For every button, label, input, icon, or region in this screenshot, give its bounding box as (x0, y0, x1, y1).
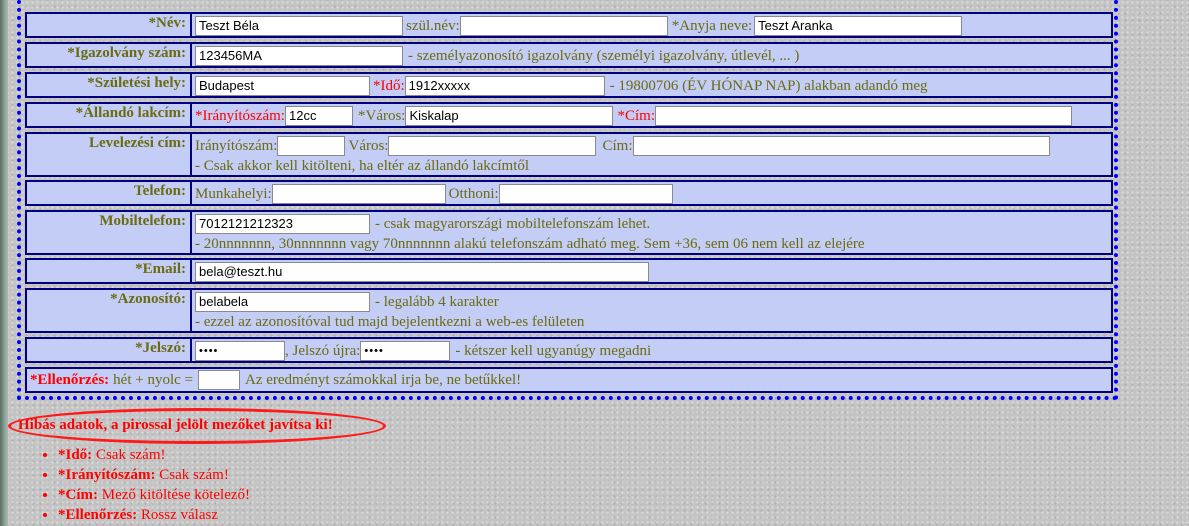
mobil-label: Mobiltelefon: (27, 212, 192, 253)
munkahelyi-label: Munkahelyi: (195, 185, 272, 202)
ido-input[interactable]: 1912xxxxx (404, 76, 605, 96)
row-jelszo: *Jelszó: •••• , Jelszó újra: •••• - kéts… (25, 337, 1113, 363)
levelezesi-cim-label: Cím: (602, 137, 633, 154)
mobil-hint-1: - csak magyarországi mobiltelefonszám le… (375, 215, 651, 232)
ellenorzes-question: hét + nyolc = (113, 371, 193, 388)
igazolvany-hint: - személyazonosító igazolvány (személyi … (408, 47, 800, 64)
row-allando: *Állandó lakcím: *Irányítószám: 12cc *Vá… (25, 102, 1113, 128)
row-email: *Email: bela@teszt.hu (25, 258, 1113, 284)
azonosito-hint-1: - legalább 4 karakter (375, 293, 499, 310)
row-azonosito: *Azonosító: belabela - legalább 4 karakt… (25, 288, 1113, 333)
jelszo-ujra-input[interactable]: •••• (360, 341, 451, 361)
ellenorzes-hint: Az eredményt számokkal irja be, ne betűk… (244, 371, 522, 388)
szuletesi-label: *Születési hely: (27, 74, 192, 96)
levelezesi-cim-input[interactable] (632, 136, 1050, 156)
igazolvany-label: *Igazolvány szám: (27, 44, 192, 66)
error-highlight-ellipse (8, 408, 386, 444)
jelszo-label: *Jelszó: (27, 339, 192, 361)
azonosito-input[interactable]: belabela (195, 292, 370, 312)
levelezesi-varos-input[interactable] (388, 136, 597, 156)
levelezesi-irsz-label: Irányítószám: (195, 137, 278, 154)
szuletesi-hely-input[interactable]: Budapest (195, 76, 370, 96)
error-item: *Idő: Csak szám! (58, 445, 250, 465)
row-telefon: Telefon: Munkahelyi: Otthoni: (25, 180, 1113, 206)
mobil-input[interactable]: 7012121212323 (195, 214, 370, 234)
otthoni-input[interactable] (498, 184, 673, 204)
azonosito-hint-2: - ezzel az azonosítóval tud majd bejelen… (195, 314, 585, 330)
szulnev-label: szül.név: (406, 17, 460, 34)
email-label: *Email: (27, 260, 192, 282)
nev-input[interactable]: Teszt Béla (195, 16, 403, 36)
munkahelyi-input[interactable] (271, 184, 446, 204)
mobil-hint-2: - 20nnnnnnn, 30nnnnnnn vagy 70nnnnnnn al… (195, 236, 865, 252)
ido-label: *Idő: (373, 77, 405, 94)
allando-irsz-input[interactable]: 12cc (284, 106, 353, 126)
jelszo-hint: - kétszer kell ugyanúgy megadni (455, 342, 652, 359)
allando-varos-label: *Város: (357, 107, 406, 124)
jelszo-ujra-label: , Jelszó újra: (285, 342, 361, 359)
levelezesi-hint: - Csak akkor kell kitölteni, ha eltér az… (195, 158, 530, 174)
otthoni-label: Otthoni: (448, 185, 499, 202)
azonosito-label: *Azonosító: (27, 290, 192, 331)
allando-cim-input[interactable] (655, 106, 1072, 126)
background-window-strip (0, 0, 8, 526)
ellenorzes-label: *Ellenőrzés: (30, 371, 110, 388)
anyja-label: *Anyja neve: (671, 17, 753, 34)
email-input[interactable]: bela@teszt.hu (195, 262, 649, 282)
levelezesi-label: Levelezési cím: (27, 134, 192, 175)
row-szuletesi: *Születési hely: Budapest *Idő: 1912xxxx… (25, 72, 1113, 98)
jelszo-input[interactable]: •••• (195, 341, 285, 361)
allando-cim-label: *Cím: (617, 107, 655, 124)
anyja-input[interactable]: Teszt Aranka (754, 16, 963, 36)
levelezesi-irsz-input[interactable] (277, 136, 346, 156)
error-item: *Ellenőrzés: Rossz válasz (58, 505, 250, 525)
row-ellenorzes: *Ellenőrzés: hét + nyolc = Az eredményt … (25, 367, 1113, 393)
telefon-label: Telefon: (27, 182, 192, 204)
szuletesi-hint: - 19800706 (ÉV HÓNAP NAP) alakban adandó… (609, 77, 928, 94)
row-levelezesi: Levelezési cím: Irányítószám: Város: Cím… (25, 132, 1113, 177)
row-igazolvany: *Igazolvány szám: 123456MA - személyazon… (25, 42, 1113, 68)
igazolvany-input[interactable]: 123456MA (195, 46, 403, 66)
levelezesi-varos-label: Város: (348, 137, 389, 154)
error-item: *Irányítószám: Csak szám! (58, 465, 250, 485)
szulnev-input[interactable] (459, 16, 668, 36)
nev-label: *Név: (27, 14, 192, 36)
row-mobil: Mobiltelefon: 7012121212323 - csak magya… (25, 210, 1113, 255)
allando-irsz-label: *Irányítószám: (195, 107, 285, 124)
error-item: *Cím: Mező kitöltése kötelező! (58, 485, 250, 505)
error-list: *Idő: Csak szám! *Irányítószám: Csak szá… (28, 445, 250, 525)
row-nev: *Név: Teszt Béla szül.név: *Anyja neve: … (25, 12, 1113, 38)
allando-varos-input[interactable]: Kiskalap (405, 106, 614, 126)
allando-label: *Állandó lakcím: (27, 104, 192, 126)
ellenorzes-input[interactable] (197, 370, 240, 390)
